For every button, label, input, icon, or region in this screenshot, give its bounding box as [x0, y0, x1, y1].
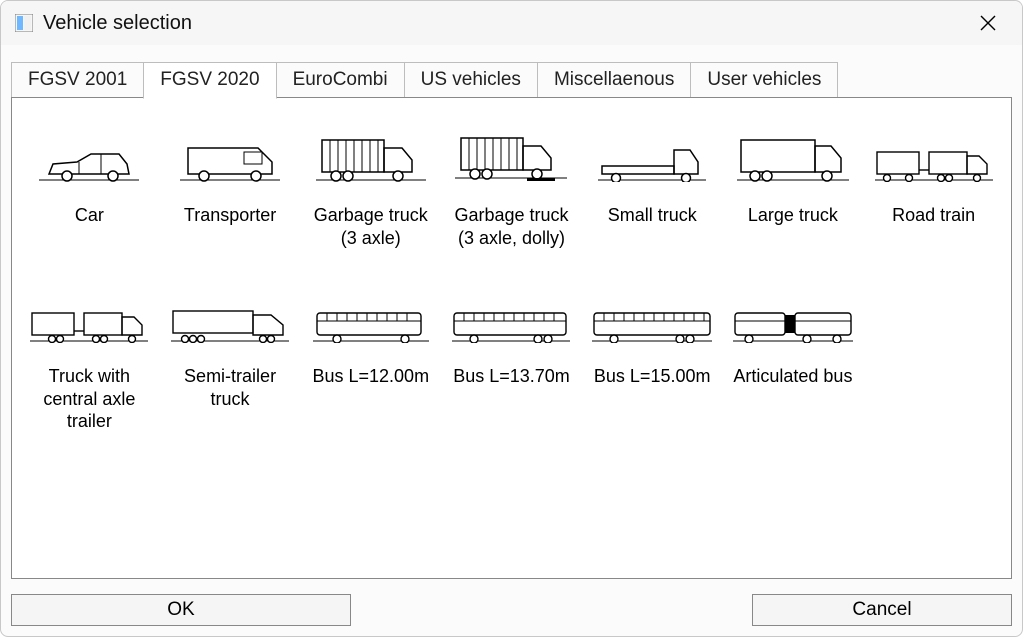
button-label: Cancel [852, 599, 911, 621]
tab-label: FGSV 2001 [28, 69, 127, 90]
tab-label: Miscellaenous [554, 69, 674, 90]
tab-eurocombi[interactable]: EuroCombi [276, 62, 405, 98]
bus-12-icon [310, 287, 432, 343]
tab-fgsv-2001[interactable]: FGSV 2001 [11, 62, 144, 98]
tab-label: FGSV 2020 [160, 69, 259, 90]
tab-label: US vehicles [421, 69, 521, 90]
vehicle-truck-central-axle-trailer[interactable]: Truck with central axle trailer [28, 287, 150, 433]
vehicle-small-truck[interactable]: Small truck [591, 126, 713, 249]
small-truck-icon [591, 126, 713, 182]
articulated-bus-icon [732, 287, 854, 343]
vehicle-list-panel: Car Transporter [11, 97, 1012, 579]
vehicle-garbage-truck-3-axle-dolly[interactable]: Garbage truck (3 axle, dolly) [450, 126, 572, 249]
button-label: OK [167, 599, 194, 621]
close-button[interactable] [968, 3, 1008, 43]
vehicle-large-truck[interactable]: Large truck [732, 126, 854, 249]
vehicle-bus-137[interactable]: Bus L=13.70m [450, 287, 572, 433]
cancel-button[interactable]: Cancel [752, 594, 1012, 626]
bus-137-icon [450, 287, 572, 343]
car-icon [28, 126, 150, 182]
central-axle-trailer-icon [28, 287, 150, 343]
vehicle-label: Road train [873, 204, 995, 227]
garbage-truck-dolly-icon [450, 126, 572, 182]
vehicle-bus-15[interactable]: Bus L=15.00m [591, 287, 713, 433]
tab-us-vehicles[interactable]: US vehicles [404, 62, 538, 98]
window-title: Vehicle selection [43, 12, 968, 35]
app-icon [15, 14, 33, 32]
bus-15-icon [591, 287, 713, 343]
vehicle-label: Garbage truck (3 axle, dolly) [450, 204, 572, 249]
vehicle-label: Small truck [591, 204, 713, 227]
close-icon [980, 15, 996, 31]
tab-miscellaneous[interactable]: Miscellaenous [537, 62, 691, 98]
vehicle-semi-trailer-truck[interactable]: Semi-trailer truck [169, 287, 291, 433]
vehicle-label: Bus L=13.70m [450, 365, 572, 388]
van-icon [169, 126, 291, 182]
vehicle-bus-12[interactable]: Bus L=12.00m [310, 287, 432, 433]
vehicle-label: Semi-trailer truck [169, 365, 291, 410]
tab-label: EuroCombi [293, 69, 388, 90]
vehicle-garbage-truck-3-axle[interactable]: Garbage truck (3 axle) [310, 126, 432, 249]
semi-trailer-icon [169, 287, 291, 343]
tab-fgsv-2020[interactable]: FGSV 2020 [143, 62, 276, 99]
dialog-buttons: OK Cancel [1, 588, 1022, 636]
tab-label: User vehicles [707, 69, 821, 90]
vehicle-road-train[interactable]: Road train [873, 126, 995, 249]
vehicle-transporter[interactable]: Transporter [169, 126, 291, 249]
vehicle-label: Articulated bus [732, 365, 854, 388]
vehicle-label: Bus L=12.00m [310, 365, 432, 388]
large-truck-icon [732, 126, 854, 182]
vehicle-label: Garbage truck (3 axle) [310, 204, 432, 249]
vehicle-label: Truck with central axle trailer [28, 365, 150, 433]
garbage-truck-icon [310, 126, 432, 182]
vehicle-label: Large truck [732, 204, 854, 227]
spacer [375, 594, 728, 626]
vehicle-label: Car [28, 204, 150, 227]
vehicle-label: Transporter [169, 204, 291, 227]
road-train-icon [873, 126, 995, 182]
vehicle-car[interactable]: Car [28, 126, 150, 249]
tab-bar: FGSV 2001 FGSV 2020 EuroCombi US vehicle… [1, 45, 1022, 98]
titlebar: Vehicle selection [1, 1, 1022, 45]
dialog-window: Vehicle selection FGSV 2001 FGSV 2020 Eu… [0, 0, 1023, 637]
vehicle-articulated-bus[interactable]: Articulated bus [732, 287, 854, 433]
vehicle-label: Bus L=15.00m [591, 365, 713, 388]
tab-user-vehicles[interactable]: User vehicles [690, 62, 838, 98]
ok-button[interactable]: OK [11, 594, 351, 626]
vehicle-grid: Car Transporter [24, 126, 999, 433]
